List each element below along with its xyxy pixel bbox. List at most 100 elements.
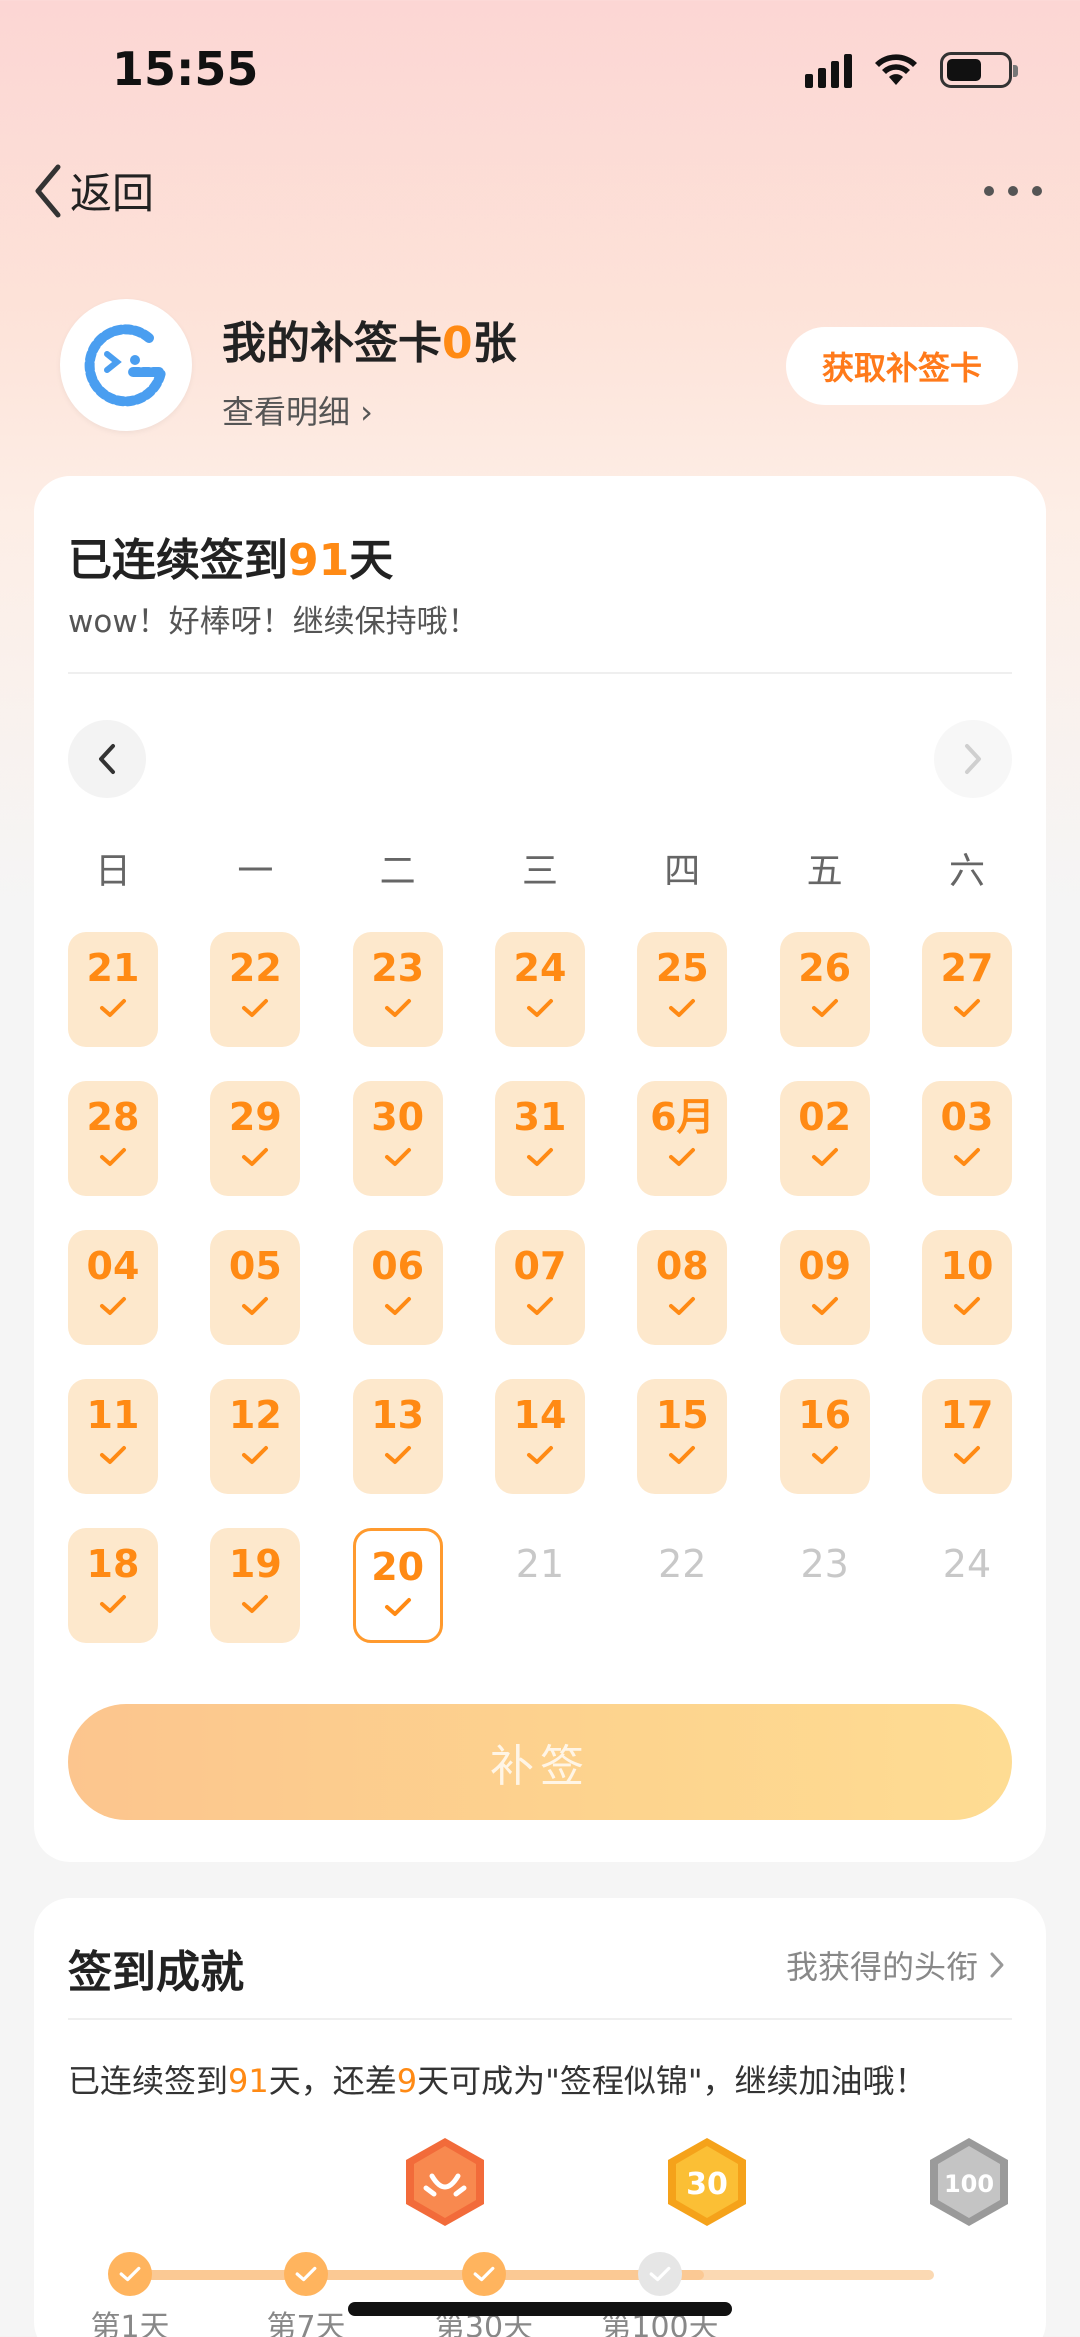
check-icon (811, 1297, 838, 1315)
calendar-day[interactable]: 13 (352, 1379, 443, 1494)
checked-mark (383, 1145, 413, 1171)
milestone-label: 第1天 (90, 2310, 170, 2337)
chevron-right-icon (990, 1952, 1004, 1978)
calendar-day[interactable]: 31 (494, 1081, 585, 1196)
checked-mark (240, 1592, 270, 1618)
day-number: 31 (513, 1095, 567, 1139)
chevron-right-icon (965, 744, 981, 774)
calendar-day[interactable]: 22 (637, 1528, 727, 1643)
check-icon (242, 1297, 269, 1315)
checked-mark (383, 1443, 413, 1469)
desc-part: 天可成为"签程似锦"，继续加油哦！ (417, 2062, 927, 2100)
check-icon (242, 1446, 269, 1464)
chevron-left-icon (35, 164, 61, 217)
card-count: 0 (442, 318, 473, 369)
day-number: 03 (940, 1095, 994, 1139)
calendar-day[interactable]: 02 (779, 1081, 870, 1196)
calendar-day[interactable]: 16 (779, 1379, 870, 1494)
calendar-day[interactable]: 6月 (637, 1081, 728, 1196)
check-icon (100, 999, 126, 1017)
chevron-left-icon (99, 744, 115, 774)
back-button[interactable]: 返回 (32, 160, 154, 221)
makeup-checkin-button[interactable]: 补签 (68, 1704, 1012, 1820)
day-number: 25 (655, 946, 709, 990)
calendar-day[interactable]: 23 (352, 932, 443, 1047)
day-number: 21 (515, 1542, 565, 1586)
calendar-day[interactable]: 14 (494, 1379, 585, 1494)
check-icon (384, 1148, 411, 1166)
calendar-day[interactable]: 28 (68, 1081, 158, 1196)
back-label: 返回 (70, 169, 155, 218)
calendar-day[interactable]: 18 (68, 1528, 158, 1643)
calendar-day[interactable]: 07 (494, 1230, 585, 1345)
calendar-day[interactable]: 04 (68, 1230, 158, 1345)
my-titles-link[interactable]: 我获得的头衔 (786, 1942, 1006, 1988)
calendar-day[interactable]: 25 (637, 932, 728, 1047)
more-options-button[interactable] (984, 186, 1042, 196)
streak-prefix: 已连续签到 (68, 535, 288, 586)
checked-mark (810, 996, 840, 1022)
calendar-day[interactable]: 06 (352, 1230, 443, 1345)
checked-mark (667, 1294, 697, 1320)
my-titles-label: 我获得的头衔 (785, 1948, 978, 1986)
weekday-label: 三 (521, 851, 558, 892)
checked-mark (810, 1443, 840, 1469)
weekday-label: 日 (94, 851, 131, 892)
check-icon (526, 999, 553, 1017)
battery-icon (940, 52, 1018, 88)
calendar-day[interactable]: 08 (637, 1230, 728, 1345)
checked-mark (383, 996, 413, 1022)
view-details-link[interactable]: 查看明细 › (222, 387, 373, 433)
calendar-day[interactable]: 30 (352, 1081, 443, 1196)
calendar-day[interactable]: 03 (921, 1081, 1012, 1196)
day-number: 08 (655, 1244, 709, 1288)
check-icon (669, 999, 696, 1017)
prev-month-button[interactable] (68, 720, 146, 798)
calendar-grid: 21 22 23 24 25 26 27 28 29 30 31 6月 02 03 04 05 06 07 08 09… (68, 932, 1012, 1643)
calendar-day[interactable]: 24 (922, 1528, 1012, 1643)
calendar-day[interactable]: 22 (210, 932, 301, 1047)
calendar-day[interactable]: 27 (921, 932, 1012, 1047)
check-icon (100, 1595, 126, 1613)
calendar-day[interactable]: 15 (637, 1379, 728, 1494)
day-number: 16 (798, 1393, 852, 1437)
calendar-day[interactable]: 26 (779, 932, 870, 1047)
next-month-button[interactable] (934, 720, 1012, 798)
calendar-day[interactable]: 11 (68, 1379, 158, 1494)
day-number: 09 (798, 1244, 852, 1288)
calendar-day-today[interactable]: 20 (352, 1528, 443, 1643)
calendar-day[interactable]: 29 (210, 1081, 301, 1196)
day-number: 6月 (650, 1095, 715, 1139)
calendar-day[interactable]: 23 (780, 1528, 870, 1643)
check-icon (811, 1446, 838, 1464)
day-number: 23 (800, 1542, 849, 1586)
calendar-day[interactable]: 21 (68, 932, 158, 1047)
calendar-day[interactable]: 10 (921, 1230, 1012, 1345)
day-number: 30 (371, 1095, 425, 1139)
check-icon (384, 1297, 411, 1315)
check-icon (526, 1148, 553, 1166)
checked-mark (952, 1443, 982, 1469)
svg-text:100: 100 (944, 2170, 994, 2198)
milestone-track-progress (144, 2270, 704, 2280)
calendar-day[interactable]: 21 (495, 1528, 585, 1643)
calendar-day[interactable]: 05 (210, 1230, 301, 1345)
calendar-day[interactable]: 19 (210, 1528, 301, 1643)
check-icon (526, 1297, 553, 1315)
calendar-day[interactable]: 09 (779, 1230, 870, 1345)
desc-part: 已连续签到 (68, 2062, 229, 2100)
day-number: 23 (371, 946, 425, 990)
get-makeup-card-button[interactable]: 获取补签卡 (786, 327, 1018, 405)
check-icon (100, 1297, 126, 1315)
day-number: 28 (86, 1095, 140, 1139)
check-icon (526, 1446, 553, 1464)
day-number: 14 (513, 1393, 567, 1437)
cellular-signal-icon (805, 52, 852, 88)
avatar (60, 299, 192, 431)
check-icon (100, 1148, 126, 1166)
calendar-day[interactable]: 17 (921, 1379, 1012, 1494)
calendar-day[interactable]: 24 (494, 932, 585, 1047)
more-dot-icon (984, 186, 994, 196)
calendar-day[interactable]: 12 (210, 1379, 301, 1494)
check-icon (953, 999, 980, 1017)
